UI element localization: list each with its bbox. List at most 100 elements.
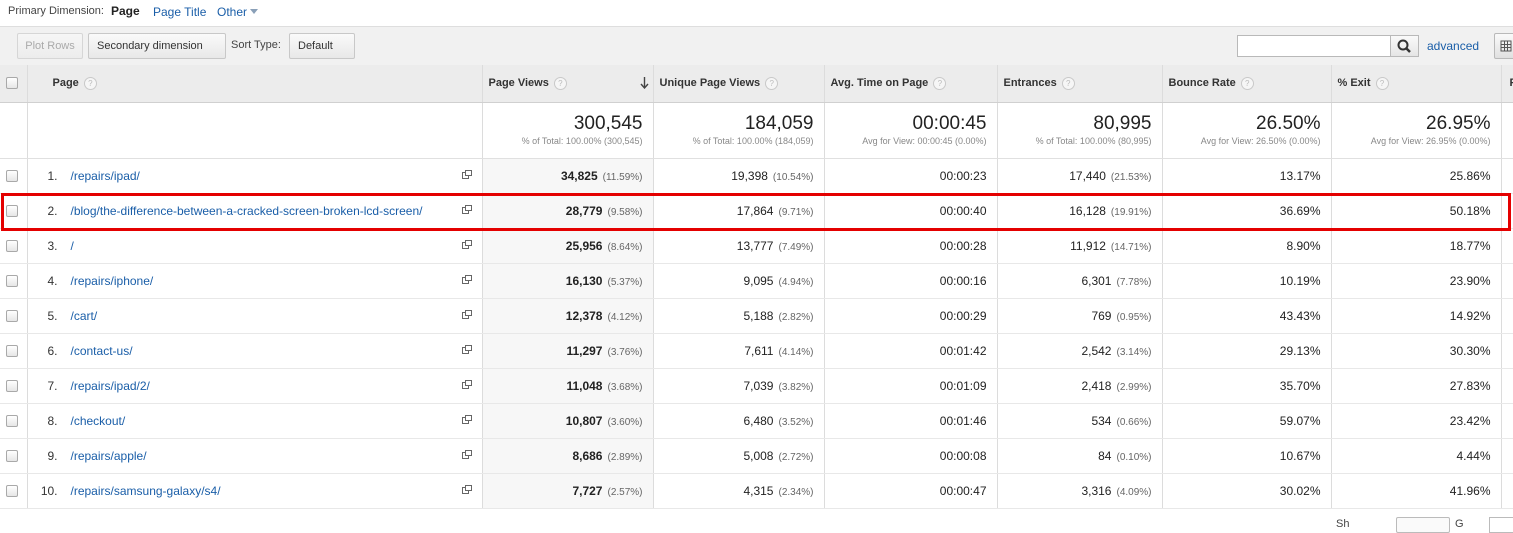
row-checkbox[interactable]: [6, 345, 18, 357]
header-entrances[interactable]: Entrances?: [997, 65, 1162, 102]
help-icon[interactable]: ?: [1062, 77, 1075, 90]
open-in-new-window-icon[interactable]: [462, 450, 472, 459]
row-upv-value: 17,864: [737, 204, 774, 218]
help-icon[interactable]: ?: [765, 77, 778, 90]
row-page-views: 11,297(3.76%): [482, 333, 653, 368]
help-icon[interactable]: ?: [933, 77, 946, 90]
primary-dimension-other[interactable]: Other: [217, 5, 258, 19]
row-upv-pct: (3.52%): [778, 417, 813, 428]
row-bounce-value: 13.17%: [1280, 169, 1321, 183]
row-page-views-pct: (4.12%): [607, 312, 642, 323]
row-page-link[interactable]: /repairs/ipad/: [71, 169, 140, 183]
row-checkbox[interactable]: [6, 485, 18, 497]
row-page-link[interactable]: /checkout/: [71, 414, 126, 428]
open-in-new-window-icon[interactable]: [462, 240, 472, 249]
row-avg-time: 00:01:09: [824, 368, 997, 403]
secondary-dimension-dropdown[interactable]: Secondary dimension: [88, 33, 226, 59]
row-page-cell: 7./repairs/ipad/2/: [27, 368, 482, 403]
row-exit: 23.42%: [1331, 403, 1501, 438]
table-row: 6./contact-us/11,297(3.76%)7,611(4.14%)0…: [0, 333, 1513, 368]
row-avg-time: 00:00:23: [824, 158, 997, 193]
row-upv-pct: (2.34%): [778, 487, 813, 498]
row-page-cell: 10./repairs/samsung-galaxy/s4/: [27, 473, 482, 508]
row-exit: 18.77%: [1331, 228, 1501, 263]
open-in-new-window-icon[interactable]: [462, 345, 472, 354]
header-exit[interactable]: % Exit?: [1331, 65, 1501, 102]
open-in-new-window-icon[interactable]: [462, 205, 472, 214]
row-page-link[interactable]: /repairs/samsung-galaxy/s4/: [71, 484, 221, 498]
open-in-new-window-icon[interactable]: [462, 415, 472, 424]
row-checkbox[interactable]: [6, 310, 18, 322]
primary-dimension-page[interactable]: Page: [111, 4, 140, 18]
open-in-new-window-icon[interactable]: [462, 170, 472, 179]
header-unique-page-views[interactable]: Unique Page Views?: [653, 65, 824, 102]
row-entrances: 534(0.66%): [997, 403, 1162, 438]
row-entrances-pct: (14.71%): [1111, 242, 1152, 253]
open-in-new-window-icon[interactable]: [462, 275, 472, 284]
row-page-link[interactable]: /: [71, 239, 74, 253]
row-unique-page-views: 6,480 (3.52%): [653, 403, 824, 438]
row-checkbox[interactable]: [6, 275, 18, 287]
row-checkbox[interactable]: [6, 240, 18, 252]
header-avg-time-on-page[interactable]: Avg. Time on Page?: [824, 65, 997, 102]
row-checkbox[interactable]: [6, 415, 18, 427]
primary-dimension-other-label: Other: [217, 5, 247, 19]
select-all-checkbox[interactable]: [6, 77, 18, 89]
row-checkbox[interactable]: [6, 380, 18, 392]
row-entrances-pct: (3.14%): [1116, 347, 1151, 358]
row-page-views-pct: (3.60%): [607, 417, 642, 428]
row-page-link[interactable]: /contact-us/: [71, 344, 133, 358]
grid-view-button[interactable]: [1494, 33, 1513, 59]
row-select-cell: [0, 403, 27, 438]
goto-input[interactable]: [1489, 517, 1513, 533]
header-entrances-label: Entrances: [1004, 77, 1057, 89]
row-entrances-pct: (4.09%): [1116, 487, 1151, 498]
header-bounce-rate[interactable]: Bounce Rate?: [1162, 65, 1331, 102]
row-upv-pct: (7.49%): [778, 242, 813, 253]
row-extra: [1501, 228, 1513, 263]
help-icon[interactable]: ?: [554, 77, 567, 90]
header-extra[interactable]: P: [1501, 65, 1513, 102]
table-row: 10./repairs/samsung-galaxy/s4/7,727(2.57…: [0, 473, 1513, 508]
row-entrances-pct: (0.95%): [1116, 312, 1151, 323]
totals-bounce-value: 26.50%: [1163, 113, 1321, 135]
row-page-link[interactable]: /repairs/iphone/: [71, 274, 154, 288]
row-checkbox[interactable]: [6, 450, 18, 462]
row-page-views-value: 12,378: [566, 309, 603, 323]
header-page[interactable]: Page?: [27, 65, 482, 102]
advanced-filter-link[interactable]: advanced: [1427, 39, 1479, 53]
row-page-views: 16,130(5.37%): [482, 263, 653, 298]
totals-entrances: 80,995% of Total: 100.00% (80,995): [997, 102, 1162, 158]
totals-page-views-sub: % of Total: 100.00% (300,545): [483, 135, 643, 147]
help-icon[interactable]: ?: [1376, 77, 1389, 90]
help-icon[interactable]: ?: [84, 77, 97, 90]
row-entrances-value: 17,440: [1069, 169, 1106, 183]
totals-page-views: 300,545% of Total: 100.00% (300,545): [482, 102, 653, 158]
search-button[interactable]: [1390, 35, 1419, 57]
row-page-link[interactable]: /repairs/apple/: [71, 449, 147, 463]
help-icon[interactable]: ?: [1241, 77, 1254, 90]
row-upv-value: 6,480: [743, 414, 773, 428]
row-page-link[interactable]: /repairs/ipad/2/: [71, 379, 150, 393]
chevron-down-icon: [250, 9, 258, 14]
row-page-views: 11,048(3.68%): [482, 368, 653, 403]
row-checkbox[interactable]: [6, 205, 18, 217]
open-in-new-window-icon[interactable]: [462, 485, 472, 494]
row-bounce-value: 35.70%: [1280, 379, 1321, 393]
header-bounce-rate-label: Bounce Rate: [1169, 77, 1236, 89]
header-page-views[interactable]: Page Views?: [482, 65, 653, 102]
header-unique-page-views-label: Unique Page Views: [660, 77, 761, 89]
row-entrances-pct: (7.78%): [1116, 277, 1151, 288]
row-page-link[interactable]: /blog/the-difference-between-a-cracked-s…: [71, 204, 423, 218]
show-rows-dropdown[interactable]: [1396, 517, 1450, 533]
primary-dimension-page-title[interactable]: Page Title: [153, 5, 206, 19]
open-in-new-window-icon[interactable]: [462, 380, 472, 389]
plot-rows-button[interactable]: Plot Rows: [17, 33, 83, 59]
row-checkbox[interactable]: [6, 170, 18, 182]
row-bounce-value: 59.07%: [1280, 414, 1321, 428]
row-page-link[interactable]: /cart/: [71, 309, 98, 323]
open-in-new-window-icon[interactable]: [462, 310, 472, 319]
search-input[interactable]: [1237, 35, 1391, 57]
select-all-cell: [0, 65, 27, 102]
sort-type-dropdown[interactable]: Default: [289, 33, 355, 59]
